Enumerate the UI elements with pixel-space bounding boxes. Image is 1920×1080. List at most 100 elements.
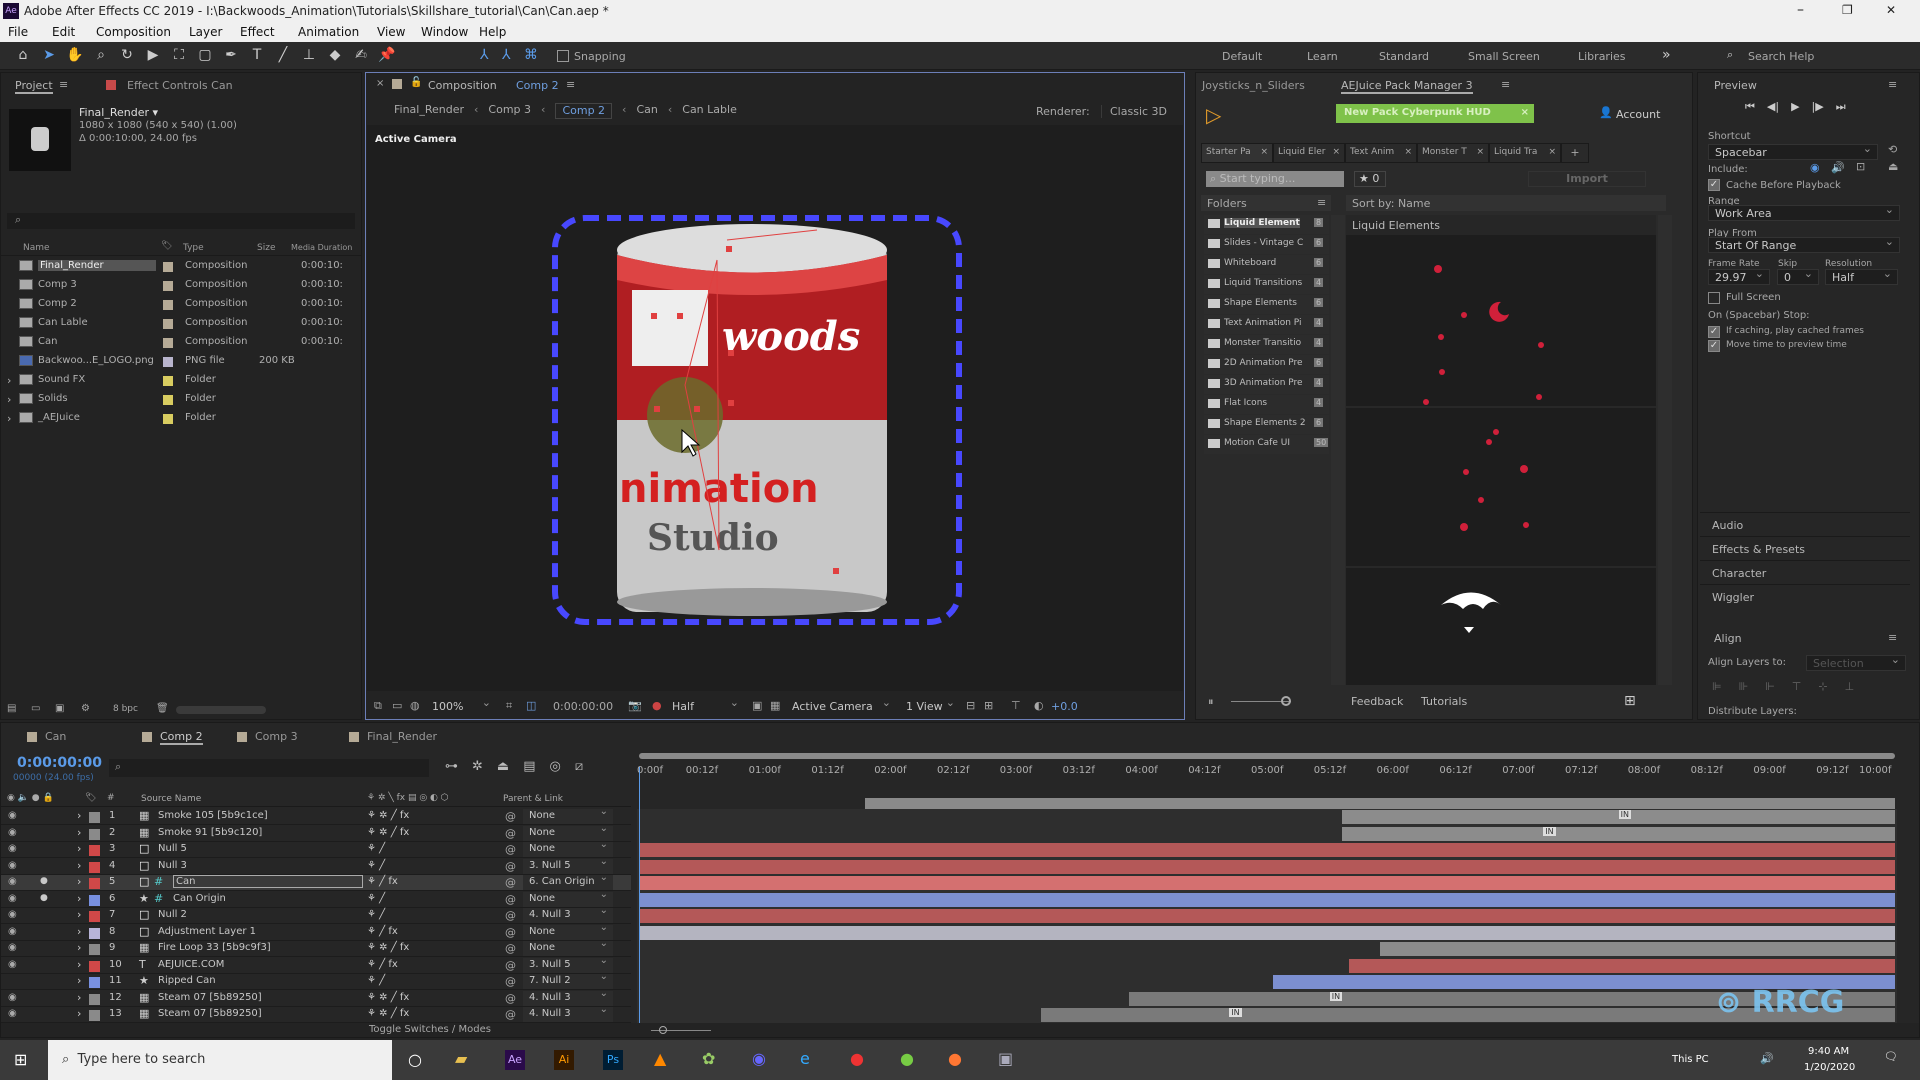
label-swatch[interactable] [163,262,173,272]
timeline-tab[interactable]: Comp 2 [160,730,203,745]
column-media-duration[interactable]: Media Duration [291,243,352,252]
layer-switches[interactable]: ⚘ ╱ [367,843,385,854]
notifications-icon[interactable]: 🗨 [1884,1050,1898,1063]
layer-duration-bar[interactable] [1342,826,1895,841]
project-item[interactable]: Can Lable Composition 0:00:10: [1,315,361,334]
workspace-default[interactable]: Default [1222,50,1262,63]
project-item[interactable]: Comp 2 Composition 0:00:10: [1,296,361,315]
file-explorer-icon[interactable]: ▰ [455,1049,467,1068]
frame-blending-icon[interactable]: ▤ [523,759,535,774]
layer-marker[interactable]: IN [1329,991,1343,1001]
visibility-eye-icon[interactable]: ◉ [8,942,17,953]
panel-wiggler[interactable]: Wiggler [1700,584,1910,608]
column-name[interactable]: Name [23,243,50,253]
layer-row[interactable]: ◉ › 8 □ Adjustment Layer 1 ⚘ ╱ fx @ None [1,922,631,941]
pick-whip-icon[interactable]: @ [505,860,516,873]
include-overlays-icon[interactable]: ⊡ [1856,160,1865,173]
visibility-eye-icon[interactable]: ◉ [8,926,17,937]
exposure-icon[interactable]: ◐ [1034,699,1044,712]
range-dropdown[interactable]: Work Area [1708,203,1900,221]
layer-label-swatch[interactable] [89,878,100,889]
new-composition-icon[interactable]: ▣ [55,703,64,714]
firefox-icon[interactable]: ● [948,1049,962,1068]
solo-icon[interactable]: ● [40,876,48,886]
play-from-dropdown[interactable]: Start Of Range [1708,235,1900,253]
flowchart-icon[interactable]: ⊤ [1011,699,1021,712]
camera-dropdown[interactable]: Active Camera [786,696,896,715]
thumbnail-size-slider[interactable] [1231,696,1291,706]
layer-name[interactable]: Can [173,875,363,888]
app-icon[interactable]: ◉ [752,1049,766,1068]
layer-switches[interactable]: ⚘ ╱ fx [367,876,398,887]
folder-item[interactable]: Whiteboard 6 [1204,255,1329,274]
comp-tab-name[interactable]: Comp 2 [516,79,559,92]
layer-name[interactable]: Steam 07 [5b89250] [158,992,262,1003]
volume-icon[interactable]: 🔊 [1760,1052,1774,1065]
layer-marker[interactable]: IN [1229,1008,1242,1017]
vlc-icon[interactable]: ▲ [654,1049,666,1068]
region-of-interest-icon[interactable]: ⌗ [506,699,512,713]
sort-header[interactable]: Sort by: Name [1346,195,1666,211]
project-item[interactable]: Final_Render Composition 0:00:10: [1,258,361,277]
eraser-icon[interactable]: ◆ [326,47,344,63]
layer-label-swatch[interactable] [89,845,100,856]
expand-arrow-icon[interactable]: › [77,826,81,839]
layer-name[interactable]: Fire Loop 33 [5b9c9f3] [158,942,271,953]
align-to-dropdown[interactable]: Selection [1806,653,1906,671]
graph-editor-icon[interactable]: ⧄ [575,759,583,774]
panel-audio[interactable]: Audio [1700,512,1910,536]
visibility-eye-icon[interactable]: ◉ [8,992,17,1003]
clone-stamp-icon[interactable]: ⊥ [300,47,318,63]
layer-search-input[interactable]: ⌕ [109,759,429,777]
preset-scrollbar[interactable] [1658,215,1672,685]
expand-arrow-icon[interactable]: › [77,809,81,822]
tab-aejuice[interactable]: AEJuice Pack Manager 3 [1341,79,1473,94]
export-icon[interactable]: ⏏ [1888,160,1898,173]
folder-item[interactable]: Flat Icons 4 [1204,395,1329,414]
layer-row[interactable]: ◉ › 2 ▦ Smoke 91 [5b9c120] ⚘ ✲ ╱ fx @ None [1,823,631,842]
visibility-eye-icon[interactable]: ◉ [8,860,17,871]
align-menu-icon[interactable]: ≡ [1888,631,1897,644]
frame-rate-dropdown[interactable]: 29.97 [1708,267,1770,285]
layer-label-swatch[interactable] [89,861,100,873]
layer-name[interactable]: Null 5 [158,843,187,854]
favorites-button[interactable]: ★ 0 [1354,171,1386,187]
source-name-column[interactable]: Source Name [141,794,201,804]
expand-arrow-icon[interactable]: › [77,1007,81,1020]
task-view-icon[interactable]: ○ [408,1050,422,1069]
breadcrumb-item[interactable]: Comp 2 [555,103,613,119]
layer-label-swatch[interactable] [89,927,100,939]
folder-item[interactable]: Liquid Element 8 [1204,215,1329,234]
workspace-small-screen[interactable]: Small Screen [1468,50,1540,63]
workspace-libraries[interactable]: Libraries [1578,50,1626,63]
promo-banner[interactable]: New Pack Cyberpunk HUD × [1336,104,1534,123]
folders-menu-icon[interactable]: ≡ [1317,196,1326,209]
layer-label-swatch[interactable] [89,993,100,1005]
rectangle-icon[interactable]: ▢ [196,47,214,63]
full-screen-checkbox[interactable] [1708,292,1720,304]
camera-icon[interactable]: ▶ [144,47,162,63]
panel-menu-icon[interactable]: ≡ [1888,78,1897,91]
clock-date[interactable]: 1/20/2020 [1804,1062,1855,1073]
visibility-eye-icon[interactable]: ◉ [8,1008,17,1019]
minimize-button[interactable]: – [1797,2,1804,18]
pick-whip-icon[interactable]: @ [505,975,516,988]
layer-row[interactable]: ◉ › 4 □ Null 3 ⚘ ╱ @3. Null 5 [1,856,631,875]
zoom-dropdown[interactable]: 100% [426,696,496,715]
panel-menu-icon[interactable]: ≡ [59,78,68,91]
label-swatch[interactable] [163,319,173,329]
layer-switches[interactable]: ⚘ ╱ [367,975,385,986]
layer-name[interactable]: Smoke 105 [5b9c1ce] [158,810,268,821]
timeline-tab[interactable]: Comp 3 [255,730,298,743]
breadcrumb-item[interactable]: Can Lable [682,103,737,119]
puppet-pin-icon[interactable]: 📌 [378,47,396,63]
close-tab-icon[interactable]: × [376,78,384,89]
search-help-icon[interactable]: ⌕ [1727,48,1733,62]
playhead[interactable] [639,767,640,1023]
checkerboard-icon[interactable]: ▦ [770,699,780,712]
label-swatch[interactable] [163,357,173,367]
expand-arrow-icon[interactable]: › [77,842,81,855]
composition-viewer[interactable]: Active Camera woods nimation Studio [367,125,1183,691]
view-axis-icon[interactable]: ⌘ [524,47,538,63]
layer-label-swatch[interactable] [89,977,100,988]
